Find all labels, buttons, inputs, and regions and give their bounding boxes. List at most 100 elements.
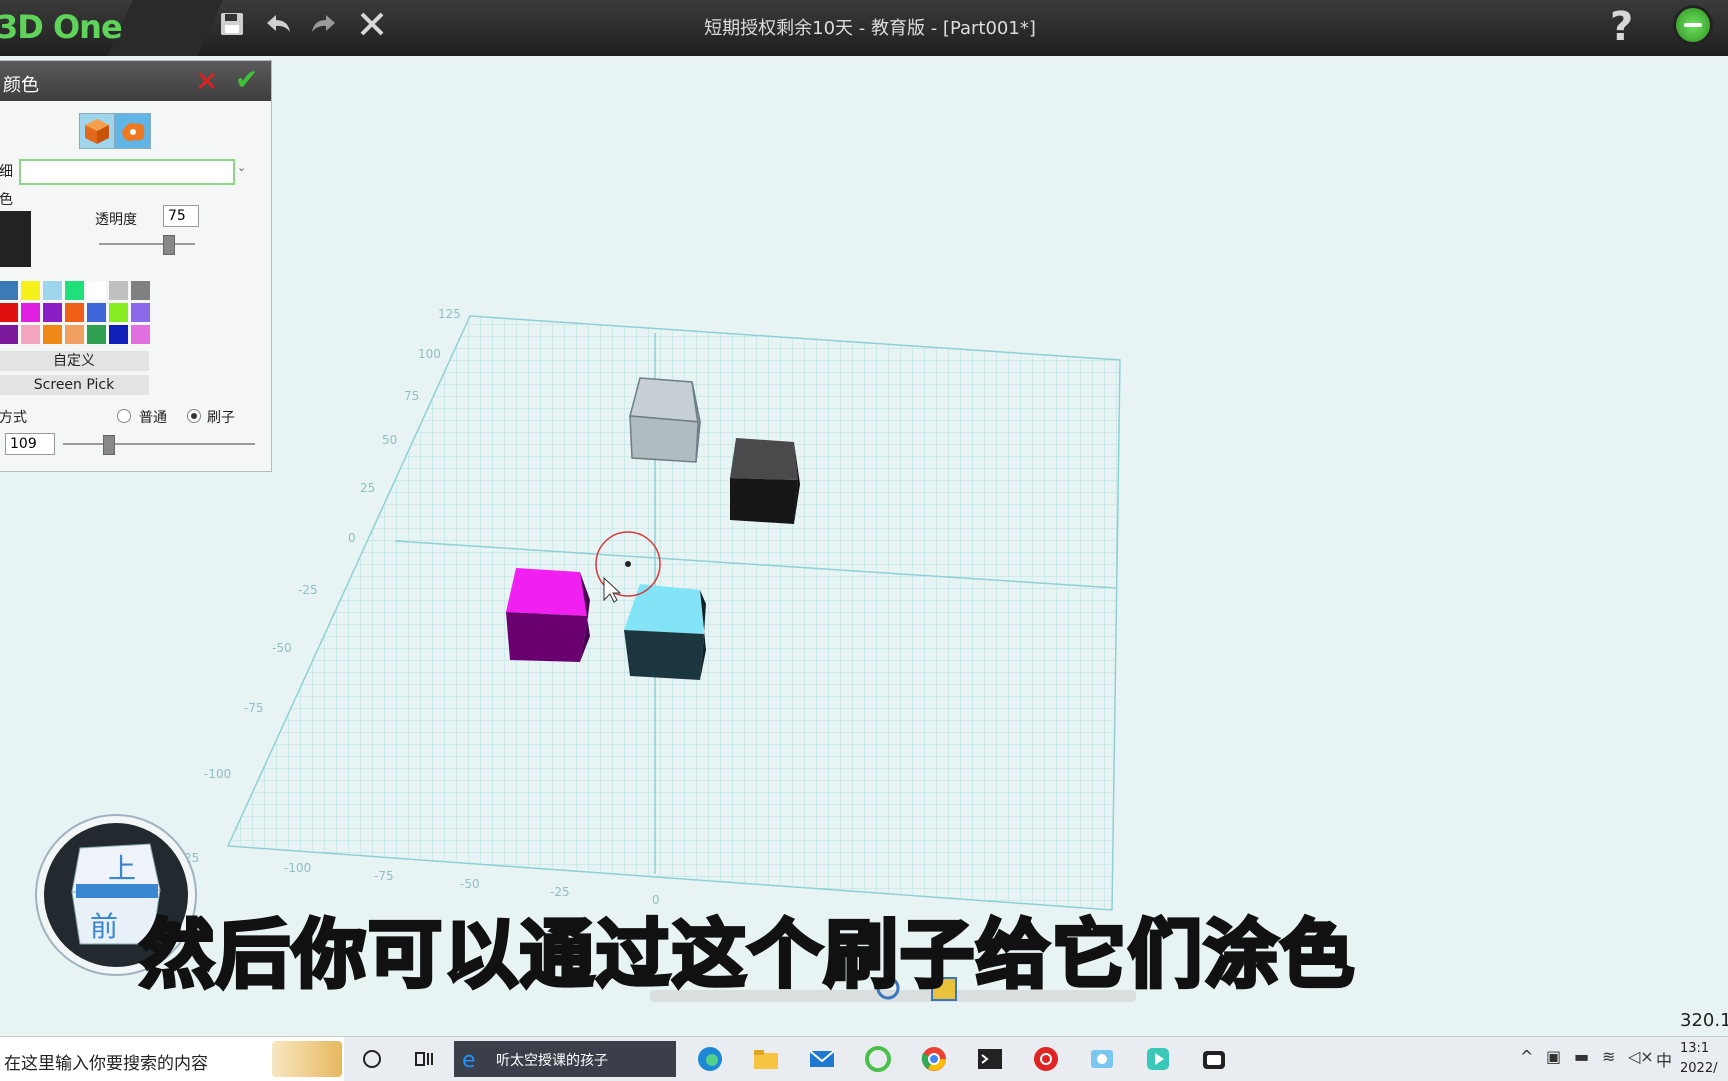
task-view-icon[interactable] bbox=[408, 1043, 440, 1075]
face-mode-button[interactable] bbox=[79, 113, 115, 149]
transparency-slider[interactable] bbox=[99, 243, 195, 245]
transparency-label: 透明度 bbox=[95, 212, 137, 228]
object-mode-button[interactable] bbox=[115, 113, 151, 149]
y-tick: 125 bbox=[438, 307, 461, 321]
palette-swatch[interactable] bbox=[21, 281, 40, 300]
palette-swatch[interactable] bbox=[43, 281, 62, 300]
wifi-icon[interactable]: ≋ bbox=[1602, 1047, 1615, 1066]
taskbar: 在这里输入你要搜索的内容 e 听太空授课的孩子 ^ ▣ ▬ ≋ ◁× 中 13:… bbox=[0, 1036, 1728, 1081]
brush-size-slider[interactable] bbox=[63, 443, 255, 445]
brush-size-slider-thumb[interactable] bbox=[103, 435, 115, 455]
netease-music-icon[interactable] bbox=[1030, 1043, 1062, 1075]
subtitle-caption: 然后你可以通过这个刷子给它们涂色 bbox=[138, 910, 1356, 1000]
transparent-cube[interactable] bbox=[629, 377, 701, 463]
palette-swatch[interactable] bbox=[87, 303, 106, 322]
ime-indicator[interactable]: 中 bbox=[1656, 1047, 1672, 1071]
palette-swatch[interactable] bbox=[109, 281, 128, 300]
tray-app-icon[interactable]: ▣ bbox=[1546, 1047, 1561, 1066]
tray-chevron-icon[interactable]: ^ bbox=[1520, 1047, 1533, 1066]
current-color-swatch bbox=[0, 211, 31, 267]
normal-radio[interactable] bbox=[117, 409, 131, 423]
ie-tab-label: 听太空授课的孩子 bbox=[496, 1053, 608, 1069]
save-icon[interactable] bbox=[214, 6, 250, 42]
palette-swatch[interactable] bbox=[131, 281, 150, 300]
fine-label: 细 bbox=[0, 164, 13, 180]
search-highlight-image bbox=[272, 1041, 342, 1077]
palette-swatch[interactable] bbox=[131, 325, 150, 344]
terminal-icon[interactable] bbox=[974, 1043, 1006, 1075]
x-tick: -50 bbox=[460, 877, 480, 891]
palette-swatch[interactable] bbox=[65, 281, 84, 300]
method-label: 方式 bbox=[0, 410, 27, 426]
y-tick: 25 bbox=[360, 481, 375, 495]
confirm-icon[interactable]: ✔ bbox=[235, 63, 258, 96]
chrome-icon[interactable] bbox=[918, 1043, 950, 1075]
close-icon[interactable] bbox=[354, 6, 390, 42]
y-tick: -50 bbox=[272, 641, 292, 655]
ie-taskbar-button[interactable]: e 听太空授课的孩子 bbox=[454, 1041, 676, 1077]
volume-icon[interactable]: ◁× bbox=[1628, 1047, 1654, 1066]
chevron-down-icon[interactable]: ⌄ bbox=[237, 161, 246, 174]
panel-header: 颜色 ✕ ✔ bbox=[0, 61, 271, 101]
palette-swatch[interactable] bbox=[65, 303, 84, 322]
undo-icon[interactable] bbox=[260, 6, 296, 42]
brush-radio-label: 刷子 bbox=[207, 410, 235, 426]
color-label: 色 bbox=[0, 192, 13, 208]
y-tick: -25 bbox=[298, 583, 318, 597]
view-cube-top-label: 上 bbox=[108, 852, 136, 885]
clock-date: 2022/ bbox=[1680, 1061, 1718, 1076]
battery-icon[interactable]: ▬ bbox=[1574, 1047, 1589, 1066]
minimize-icon[interactable] bbox=[1676, 8, 1710, 42]
cancel-icon[interactable]: ✕ bbox=[195, 65, 218, 98]
y-tick: 0 bbox=[348, 531, 356, 545]
palette-swatch[interactable] bbox=[43, 303, 62, 322]
ie-icon[interactable] bbox=[862, 1043, 894, 1075]
y-tick: 50 bbox=[382, 433, 397, 447]
logo-backdrop bbox=[106, 0, 224, 56]
screenshot-tool-icon[interactable] bbox=[1086, 1043, 1118, 1075]
cyan-cube[interactable] bbox=[624, 584, 706, 680]
x-tick: -75 bbox=[374, 869, 394, 883]
x-tick: -100 bbox=[284, 861, 311, 875]
mail-icon[interactable] bbox=[806, 1043, 838, 1075]
magenta-cube[interactable] bbox=[506, 568, 590, 662]
panel-title: 颜色 bbox=[3, 75, 39, 96]
brush-size-spinner[interactable]: 109 bbox=[5, 433, 55, 455]
bilibili-icon[interactable] bbox=[1198, 1043, 1230, 1075]
search-input[interactable]: 在这里输入你要搜索的内容 bbox=[4, 1049, 208, 1074]
edge-icon[interactable] bbox=[694, 1043, 726, 1075]
palette-swatch[interactable] bbox=[0, 303, 18, 322]
palette-swatch[interactable] bbox=[131, 303, 150, 322]
media-player-icon[interactable] bbox=[1142, 1043, 1174, 1075]
palette-swatch[interactable] bbox=[87, 325, 106, 344]
title-bar: 3D One 短期授权剩余10天 - 教育版 - [Part001*] ? bbox=[0, 0, 1728, 56]
transparency-spinner[interactable]: 75 bbox=[163, 205, 199, 227]
palette-swatch[interactable] bbox=[21, 325, 40, 344]
window-title: 短期授权剩余10天 - 教育版 - [Part001*] bbox=[704, 18, 1036, 39]
palette-swatch[interactable] bbox=[109, 325, 128, 344]
palette-swatch[interactable] bbox=[43, 325, 62, 344]
svg-text:e: e bbox=[462, 1048, 476, 1071]
palette-swatch[interactable] bbox=[65, 325, 84, 344]
black-cube[interactable] bbox=[730, 438, 800, 524]
color-panel: 颜色 ✕ ✔ 细 ⌄ 色 透明度 75 自定义 Screen Pick 方式 普… bbox=[0, 60, 272, 472]
help-icon[interactable]: ? bbox=[1610, 4, 1633, 50]
palette-swatch[interactable] bbox=[0, 281, 18, 300]
coordinate-readout: 320.1 bbox=[1680, 1010, 1728, 1031]
clock[interactable]: 13:1 2022/ bbox=[1680, 1039, 1717, 1079]
taskbar-search[interactable]: 在这里输入你要搜索的内容 bbox=[0, 1037, 344, 1081]
palette-swatch[interactable] bbox=[21, 303, 40, 322]
face-select-input[interactable] bbox=[19, 159, 235, 185]
palette-swatch[interactable] bbox=[0, 325, 18, 344]
brush-radio[interactable] bbox=[187, 409, 201, 423]
y-tick: 75 bbox=[404, 389, 419, 403]
redo-icon[interactable] bbox=[306, 6, 342, 42]
screen-pick-button[interactable]: Screen Pick bbox=[0, 375, 149, 395]
cortana-icon[interactable] bbox=[356, 1043, 388, 1075]
transparency-slider-thumb[interactable] bbox=[163, 235, 175, 255]
palette-swatch[interactable] bbox=[109, 303, 128, 322]
custom-color-button[interactable]: 自定义 bbox=[0, 351, 149, 371]
palette-swatch[interactable] bbox=[87, 281, 106, 300]
file-explorer-icon[interactable] bbox=[750, 1043, 782, 1075]
y-tick: 100 bbox=[418, 347, 441, 361]
